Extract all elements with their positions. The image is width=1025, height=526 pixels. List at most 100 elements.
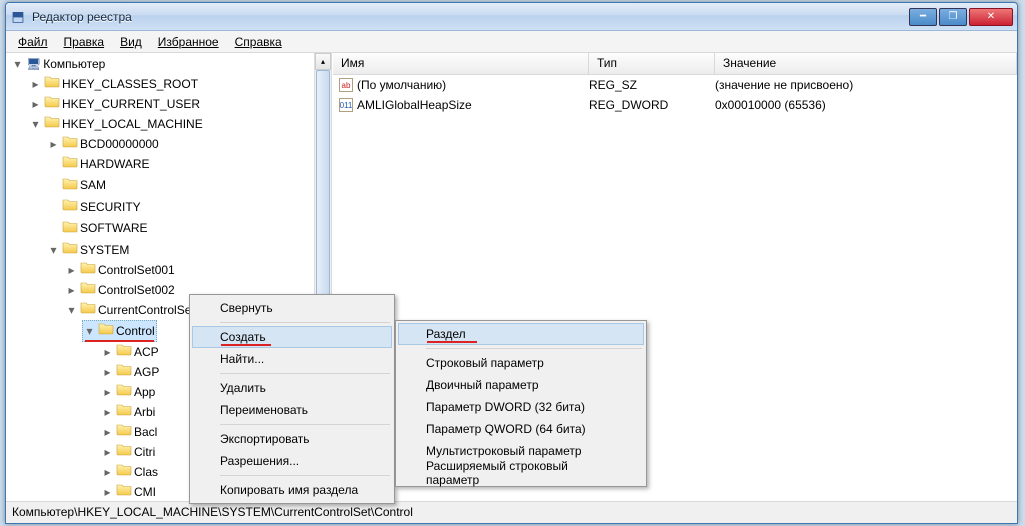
expander-icon[interactable]: ▸ bbox=[102, 467, 113, 478]
expander-icon[interactable]: ▸ bbox=[102, 427, 113, 438]
scroll-up-button[interactable]: ▴ bbox=[315, 53, 331, 70]
expander-icon[interactable]: ▸ bbox=[102, 367, 113, 378]
expander-icon[interactable]: ▸ bbox=[66, 285, 77, 296]
sub-binary[interactable]: Двоичный параметр bbox=[398, 374, 644, 396]
sub-string[interactable]: Строковый параметр bbox=[398, 352, 644, 374]
ctx-copy-key-name[interactable]: Копировать имя раздела bbox=[192, 479, 392, 501]
tree-item[interactable]: ▸ ACP bbox=[100, 342, 161, 362]
tree-label: ACP bbox=[134, 343, 159, 362]
titlebar[interactable]: ⬒ Редактор реестра ━ ❐ ✕ bbox=[6, 3, 1017, 31]
tree-item[interactable]: ▸ Arbi bbox=[100, 402, 157, 422]
tree-item[interactable]: ▸HKEY_CURRENT_USER bbox=[28, 94, 202, 114]
scroll-thumb[interactable] bbox=[316, 70, 330, 330]
tree-label: Arbi bbox=[134, 403, 155, 422]
folder-icon bbox=[116, 362, 132, 382]
tree-item[interactable]: ▸ Clas bbox=[100, 462, 160, 482]
tree-item[interactable]: ▸ AGP bbox=[100, 362, 161, 382]
expander-icon[interactable]: ▾ bbox=[66, 305, 77, 316]
tree-item[interactable]: ▸ ControlSet001 bbox=[64, 260, 177, 280]
expander-icon[interactable]: ▸ bbox=[102, 387, 113, 398]
expander-icon[interactable]: ▾ bbox=[84, 326, 95, 337]
folder-icon bbox=[116, 482, 132, 501]
tree-label: SOFTWARE bbox=[80, 219, 148, 238]
create-submenu: Раздел Строковый параметр Двоичный парам… bbox=[395, 320, 647, 487]
tree-root[interactable]: ▾🖥 Компьютер bbox=[10, 55, 107, 74]
expander-icon[interactable]: ▸ bbox=[48, 139, 59, 150]
value-type: REG_SZ bbox=[589, 78, 715, 92]
col-name[interactable]: Имя bbox=[333, 53, 589, 74]
menu-edit[interactable]: Правка bbox=[56, 33, 113, 51]
expander-icon[interactable]: ▾ bbox=[30, 119, 41, 130]
folder-icon bbox=[44, 74, 60, 94]
sub-expandstring[interactable]: Расширяемый строковый параметр bbox=[398, 462, 644, 484]
menu-favorites[interactable]: Избранное bbox=[150, 33, 227, 51]
tree-label: BCD00000000 bbox=[80, 135, 159, 154]
expander-icon[interactable]: ▸ bbox=[66, 265, 77, 276]
ctx-find[interactable]: Найти... bbox=[192, 348, 392, 370]
expander-icon[interactable]: ▾ bbox=[48, 245, 59, 256]
maximize-button[interactable]: ❐ bbox=[939, 8, 967, 26]
tree-item[interactable]: ▸ControlSet002 bbox=[64, 280, 177, 300]
value-type: REG_DWORD bbox=[589, 98, 715, 112]
tree-label: AGP bbox=[134, 363, 159, 382]
context-menu: Свернуть Создать Найти... Удалить Переим… bbox=[189, 294, 395, 504]
value-row[interactable]: ab(По умолчанию)REG_SZ(значение не присв… bbox=[333, 75, 1017, 95]
sub-qword[interactable]: Параметр QWORD (64 бита) bbox=[398, 418, 644, 440]
tree-item[interactable]: ▸Bacl bbox=[100, 422, 159, 442]
ctx-export[interactable]: Экспортировать bbox=[192, 428, 392, 450]
folder-icon bbox=[116, 422, 132, 442]
tree-label: ControlSet001 bbox=[98, 261, 175, 280]
tree-item[interactable]: SOFTWARE bbox=[46, 219, 150, 239]
menu-help[interactable]: Справка bbox=[227, 33, 290, 51]
tree-item[interactable]: ▸ HKEY_CLASSES_ROOT bbox=[28, 74, 200, 94]
value-row[interactable]: 011AMLIGlobalHeapSizeREG_DWORD0x00010000… bbox=[333, 95, 1017, 115]
expander-icon[interactable]: ▸ bbox=[102, 447, 113, 458]
expander-icon[interactable]: ▸ bbox=[30, 79, 41, 90]
col-type[interactable]: Тип bbox=[589, 53, 715, 74]
sub-dword[interactable]: Параметр DWORD (32 бита) bbox=[398, 396, 644, 418]
folder-icon bbox=[62, 219, 78, 239]
ctx-collapse[interactable]: Свернуть bbox=[192, 297, 392, 319]
tree-item[interactable]: ▾SYSTEM bbox=[46, 240, 131, 260]
folder-icon bbox=[62, 134, 78, 154]
menu-file[interactable]: Файл bbox=[10, 33, 56, 51]
col-value[interactable]: Значение bbox=[715, 53, 1017, 74]
folder-icon bbox=[62, 197, 78, 217]
menubar: Файл Правка Вид Избранное Справка bbox=[6, 31, 1017, 53]
sub-key[interactable]: Раздел bbox=[398, 323, 644, 345]
tree-item[interactable]: SECURITY bbox=[46, 197, 143, 217]
close-button[interactable]: ✕ bbox=[969, 8, 1013, 26]
folder-icon bbox=[98, 321, 114, 341]
ctx-delete[interactable]: Удалить bbox=[192, 377, 392, 399]
expander-icon[interactable]: ▾ bbox=[12, 59, 23, 70]
tree-item[interactable]: ▾CurrentControlSet bbox=[64, 300, 197, 320]
ctx-rename[interactable]: Переименовать bbox=[192, 399, 392, 421]
expander-icon[interactable]: ▸ bbox=[102, 487, 113, 498]
tree-item[interactable]: ▸Citri bbox=[100, 442, 157, 462]
value-name: (По умолчанию) bbox=[357, 78, 446, 92]
expander-icon[interactable]: ▸ bbox=[102, 347, 113, 358]
tree-item[interactable]: HARDWARE bbox=[46, 154, 152, 174]
tree-item[interactable]: SAM bbox=[46, 176, 108, 196]
folder-icon bbox=[62, 240, 78, 260]
tree-label: Clas bbox=[134, 463, 158, 482]
folder-icon bbox=[116, 382, 132, 402]
ctx-permissions[interactable]: Разрешения... bbox=[192, 450, 392, 472]
tree-label: App bbox=[134, 383, 155, 402]
tree-item[interactable]: ▾HKEY_LOCAL_MACHINE bbox=[28, 114, 205, 134]
expander-icon[interactable]: ▸ bbox=[30, 99, 41, 110]
expander-icon[interactable]: ▸ bbox=[102, 407, 113, 418]
tree-label: Control bbox=[116, 322, 155, 341]
tree-item[interactable]: ▸ App bbox=[100, 382, 157, 402]
tree-label: HKEY_CLASSES_ROOT bbox=[62, 75, 198, 94]
statusbar: Компьютер\HKEY_LOCAL_MACHINE\SYSTEM\Curr… bbox=[6, 501, 1017, 523]
tree-item[interactable]: ▸CMI bbox=[100, 482, 158, 501]
folder-icon bbox=[80, 280, 96, 300]
tree-label: SAM bbox=[80, 176, 106, 195]
tree-item[interactable]: ▸ BCD00000000 bbox=[46, 134, 161, 154]
minimize-button[interactable]: ━ bbox=[909, 8, 937, 26]
tree-item[interactable]: ▾ Control bbox=[82, 320, 157, 342]
menu-view[interactable]: Вид bbox=[112, 33, 150, 51]
folder-icon bbox=[80, 300, 96, 320]
ctx-create[interactable]: Создать bbox=[192, 326, 392, 348]
